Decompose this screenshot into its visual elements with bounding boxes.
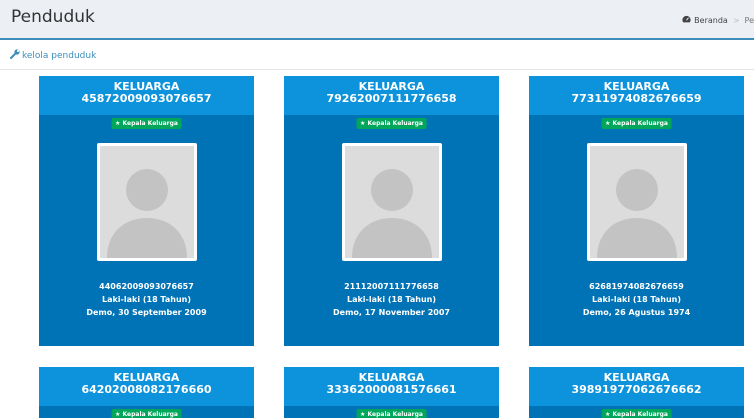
breadcrumb: Beranda > Pe	[682, 15, 754, 25]
card-birth-info: Demo, 30 September 2009	[86, 308, 207, 317]
family-card[interactable]: KELUARGA 77311974082676659 ★ Kepala Kelu…	[529, 76, 744, 346]
card-nik: 21112007111776658	[344, 282, 439, 291]
star-icon: ★	[115, 411, 121, 418]
card-gender-age: Laki-laki (18 Tahun)	[591, 295, 681, 304]
star-icon: ★	[605, 120, 611, 127]
family-card[interactable]: KELUARGA 33362000081576661 ★ Kepala Kelu…	[284, 367, 499, 418]
card-header: KELUARGA 77311974082676659	[529, 76, 744, 115]
breadcrumb-current: Pe	[744, 15, 754, 25]
family-card[interactable]: KELUARGA 45872009093076657 ★ Kepala Kelu…	[39, 76, 254, 346]
avatar	[587, 143, 687, 261]
card-gender-age: Laki-laki (18 Tahun)	[101, 295, 191, 304]
family-card[interactable]: KELUARGA 79262007111776658 ★ Kepala Kelu…	[284, 76, 499, 346]
kelola-penduduk-link[interactable]: kelola penduduk	[10, 49, 96, 62]
card-kk-number: 45872009093076657	[81, 92, 212, 105]
kelola-penduduk-label: kelola penduduk	[22, 50, 97, 61]
card-header: KELUARGA 33362000081576661	[284, 367, 499, 406]
dashboard-icon	[682, 15, 691, 25]
card-kk-number: 33362000081576661	[326, 383, 457, 396]
badge-label: Kepala Keluarga	[612, 411, 668, 418]
panel-header: kelola penduduk	[0, 40, 754, 70]
content-header: Penduduk Beranda > Pe	[0, 0, 754, 34]
status-badge: ★ Kepala Keluarga	[601, 118, 672, 129]
card-nik: 62681974082676659	[589, 282, 684, 291]
card-kk-number: 79262007111776658	[326, 92, 457, 105]
badge-label: Kepala Keluarga	[612, 120, 668, 127]
status-badge: ★ Kepala Keluarga	[601, 409, 672, 418]
status-badge: ★ Kepala Keluarga	[111, 118, 182, 129]
badge-label: Kepala Keluarga	[122, 120, 178, 127]
badge-label: Kepala Keluarga	[122, 411, 178, 418]
star-icon: ★	[360, 411, 366, 418]
card-kk-number: 77311974082676659	[571, 92, 702, 105]
card-nik: 44062009093076657	[99, 282, 194, 291]
card-kk-number: 64202008082176660	[81, 383, 212, 396]
page-title: Penduduk	[11, 7, 95, 27]
card-birth-info: Demo, 26 Agustus 1974	[582, 308, 691, 317]
card-gender-age: Laki-laki (18 Tahun)	[346, 295, 436, 304]
card-birth-info: Demo, 17 November 2007	[333, 308, 450, 317]
avatar	[342, 143, 442, 261]
breadcrumb-home-link[interactable]: Beranda	[694, 16, 728, 25]
avatar-placeholder-icon	[590, 146, 684, 258]
badge-label: Kepala Keluarga	[367, 120, 423, 127]
wrench-icon	[10, 49, 20, 62]
card-header: KELUARGA 45872009093076657	[39, 76, 254, 115]
avatar-placeholder-icon	[345, 146, 439, 258]
breadcrumb-separator: >	[732, 15, 740, 25]
avatar-placeholder-icon	[100, 146, 194, 258]
star-icon: ★	[605, 411, 611, 418]
status-badge: ★ Kepala Keluarga	[356, 118, 427, 129]
status-badge: ★ Kepala Keluarga	[111, 409, 182, 418]
badge-label: Kepala Keluarga	[367, 411, 423, 418]
family-card[interactable]: KELUARGA 64202008082176660 ★ Kepala Kelu…	[39, 367, 254, 418]
card-header: KELUARGA 39891977062676662	[529, 367, 744, 406]
star-icon: ★	[360, 120, 366, 127]
star-icon: ★	[115, 120, 121, 127]
status-badge: ★ Kepala Keluarga	[356, 409, 427, 418]
card-header: KELUARGA 79262007111776658	[284, 76, 499, 115]
card-header: KELUARGA 64202008082176660	[39, 367, 254, 406]
family-card[interactable]: KELUARGA 39891977062676662 ★ Kepala Kelu…	[529, 367, 744, 418]
avatar	[97, 143, 197, 261]
card-kk-number: 39891977062676662	[571, 383, 702, 396]
